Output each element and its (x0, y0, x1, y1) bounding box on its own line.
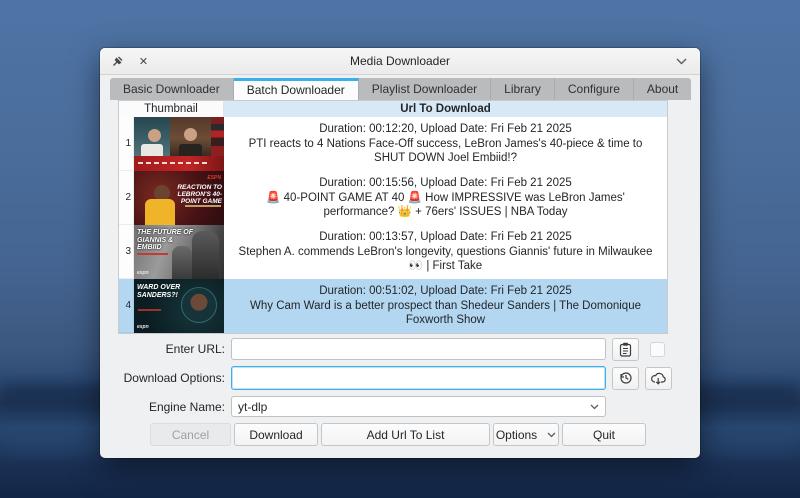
action-buttons-row: Cancel Download Add Url To List Options … (100, 423, 700, 446)
enter-url-row: Enter URL: (100, 337, 700, 361)
engine-name-row: Engine Name: yt-dlp (100, 396, 700, 417)
url-checkbox[interactable] (650, 342, 665, 357)
column-header-thumbnail: Thumbnail (119, 101, 224, 117)
shade-chevron-icon[interactable] (675, 55, 688, 68)
history-clock-icon (619, 371, 633, 385)
chevron-down-icon (590, 404, 599, 410)
add-url-to-list-button[interactable]: Add Url To List (321, 423, 490, 446)
tab-playlist-downloader[interactable]: Playlist Downloader (359, 78, 491, 100)
engine-name-label: Engine Name: (100, 400, 225, 414)
options-history-button[interactable] (612, 367, 639, 390)
tab-basic-downloader[interactable]: Basic Downloader (110, 78, 234, 100)
video-info: Duration: 00:15:56, Upload Date: Fri Feb… (224, 171, 667, 225)
tab-about[interactable]: About (634, 78, 691, 100)
options-menu-button[interactable]: Options (493, 423, 559, 446)
tab-batch-downloader[interactable]: Batch Downloader (234, 78, 359, 100)
paste-clipboard-button[interactable] (612, 338, 639, 361)
enter-url-label: Enter URL: (100, 342, 225, 356)
titlebar[interactable]: ✕ Media Downloader (100, 48, 700, 75)
cloud-download-button[interactable] (645, 367, 672, 390)
video-duration: Duration: 00:12:20, Upload Date: Fri Feb… (232, 122, 659, 137)
engine-select[interactable]: yt-dlp (231, 396, 606, 417)
chevron-down-icon (547, 432, 556, 438)
media-downloader-window: ✕ Media Downloader Basic Downloader Batc… (100, 48, 700, 458)
tab-library[interactable]: Library (491, 78, 555, 100)
engine-select-value: yt-dlp (238, 400, 267, 414)
video-thumbnail (134, 117, 224, 171)
clipboard-icon (619, 342, 632, 357)
row-number: 3 (119, 225, 134, 279)
download-list-table: Thumbnail Url To Download 1 Duration: 00… (118, 100, 668, 334)
url-input[interactable] (231, 338, 606, 360)
download-options-input[interactable] (231, 366, 606, 390)
quit-button[interactable]: Quit (562, 423, 646, 446)
row-number: 4 (119, 279, 134, 333)
table-row[interactable]: 3 THE FUTURE OF GIANNIS & EMBIID espn Du… (119, 225, 667, 279)
video-title: Why Cam Ward is a better prospect than S… (232, 299, 659, 328)
video-info: Duration: 00:51:02, Upload Date: Fri Feb… (224, 279, 667, 333)
column-header-url: Url To Download (224, 101, 667, 117)
row-number: 2 (119, 171, 134, 225)
table-header: Thumbnail Url To Download (119, 101, 667, 117)
tab-configure[interactable]: Configure (555, 78, 634, 100)
table-row-selected[interactable]: 4 WARD OVER SANDERS?! espn Duration: 00:… (119, 279, 667, 333)
video-title: Stephen A. commends LeBron's longevity, … (232, 245, 659, 274)
video-duration: Duration: 00:15:56, Upload Date: Fri Feb… (232, 176, 659, 191)
video-title: 🚨 40-POINT GAME AT 40 🚨 How IMPRESSIVE w… (232, 191, 659, 220)
tab-bar: Basic Downloader Batch Downloader Playli… (110, 78, 691, 100)
table-row[interactable]: 1 Duration: 00:12:20, Upload Date: Fri F… (119, 117, 667, 171)
video-title: PTI reacts to 4 Nations Face-Off success… (232, 137, 659, 166)
cloud-download-icon (651, 372, 667, 385)
options-button-label: Options (496, 428, 537, 442)
video-thumbnail: THE FUTURE OF GIANNIS & EMBIID espn (134, 225, 224, 279)
video-info: Duration: 00:12:20, Upload Date: Fri Feb… (224, 117, 667, 171)
video-thumbnail: WARD OVER SANDERS?! espn (134, 279, 224, 333)
video-thumbnail: ESPN REACTION TO LEBRON'S 40-POINT GAME (134, 171, 224, 225)
download-options-label: Download Options: (100, 371, 225, 385)
video-duration: Duration: 00:51:02, Upload Date: Fri Feb… (232, 284, 659, 299)
download-options-row: Download Options: (100, 365, 700, 391)
cancel-button: Cancel (150, 423, 231, 446)
row-number: 1 (119, 117, 134, 171)
video-info: Duration: 00:13:57, Upload Date: Fri Feb… (224, 225, 667, 279)
table-row[interactable]: 2 ESPN REACTION TO LEBRON'S 40-POINT GAM… (119, 171, 667, 225)
download-button[interactable]: Download (234, 423, 318, 446)
window-title: Media Downloader (100, 48, 700, 75)
video-duration: Duration: 00:13:57, Upload Date: Fri Feb… (232, 230, 659, 245)
